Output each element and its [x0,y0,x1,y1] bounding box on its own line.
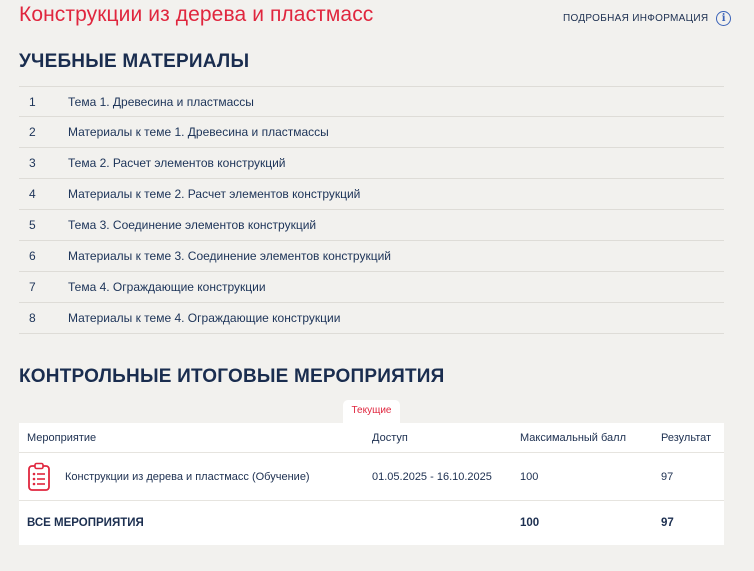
total-result: 97 [661,517,674,529]
tab-current[interactable]: Текущие [343,400,400,424]
material-link[interactable]: Тема 2. Расчет элементов конструкций [68,156,286,170]
material-item: 1 Тема 1. Древесина и пластмассы [19,86,724,117]
column-header-result: Результат [653,423,724,453]
material-number: 7 [29,280,36,294]
materials-section-title: УЧЕБНЫЕ МАТЕРИАЛЫ [19,51,250,72]
table-header-row: Мероприятие Доступ Максимальный балл Рез… [19,423,724,453]
material-link[interactable]: Материалы к теме 2. Расчет элементов кон… [68,187,360,201]
materials-list: 1 Тема 1. Древесина и пластмассы 2 Материа… [19,86,724,334]
material-item: 8 Материалы к теме 4. Ограждающие констру… [19,303,724,334]
material-link[interactable]: Тема 1. Древесина и пластмассы [68,95,254,109]
info-circle-icon[interactable]: i [716,11,732,26]
column-header-access: Доступ [364,423,512,453]
material-link[interactable]: Материалы к теме 3. Соединение элементов… [68,249,391,263]
event-name: Конструкции из дерева и пластмасс (Обуче… [65,470,310,483]
table-row: Конструкции из дерева и пластмасс (Обуче… [19,452,724,501]
material-link[interactable]: Материалы к теме 1. Древесина и пластмас… [68,125,329,139]
material-item: 4 Материалы к теме 2. Расчет элементов ко… [19,179,724,210]
event-max-score: 100 [512,452,653,501]
event-result: 97 [653,452,724,501]
event-link[interactable]: Конструкции из дерева и пластмасс (Обуче… [27,462,364,492]
table-total-row: ВСЕ МЕРОПРИЯТИЯ 100 97 [19,501,724,546]
material-item: 6 Материалы к теме 3. Соединение элементо… [19,241,724,272]
info-link[interactable]: ПОДРОБНАЯ ИНФОРМАЦИЯ i [563,11,732,26]
column-header-max-score: Максимальный балл [512,423,653,453]
material-number: 1 [29,94,36,109]
clipboard-icon [27,462,51,492]
material-number: 4 [29,187,36,201]
material-number: 5 [29,218,36,232]
info-link-label: ПОДРОБНАЯ ИНФОРМАЦИЯ [563,13,709,24]
material-number: 8 [29,311,36,325]
material-item: 3 Тема 2. Расчет элементов конструкций [19,148,724,179]
total-max-score: 100 [520,517,540,529]
page-title: Конструкции из дерева и пластмасс [19,3,374,26]
material-item: 5 Тема 3. Соединение элементов конструкци… [19,210,724,241]
material-number: 6 [29,249,36,263]
material-link[interactable]: Тема 3. Соединение элементов конструкций [68,218,316,232]
event-access: 01.05.2025 - 16.10.2025 [364,452,512,501]
material-item: 7 Тема 4. Ограждающие конструкции [19,272,724,303]
events-table: Мероприятие Доступ Максимальный балл Рез… [19,423,724,545]
material-number: 2 [29,125,36,139]
material-item: 2 Материалы к теме 1. Древесина и пластма… [19,117,724,148]
total-label: ВСЕ МЕРОПРИЯТИЯ [27,517,144,529]
material-number: 3 [29,156,36,170]
material-link[interactable]: Материалы к теме 4. Ограждающие конструк… [68,311,340,325]
events-section-title: КОНТРОЛЬНЫЕ ИТОГОВЫЕ МЕРОПРИЯТИЯ [19,366,445,387]
material-link[interactable]: Тема 4. Ограждающие конструкции [68,280,266,294]
column-header-event: Мероприятие [19,423,364,453]
